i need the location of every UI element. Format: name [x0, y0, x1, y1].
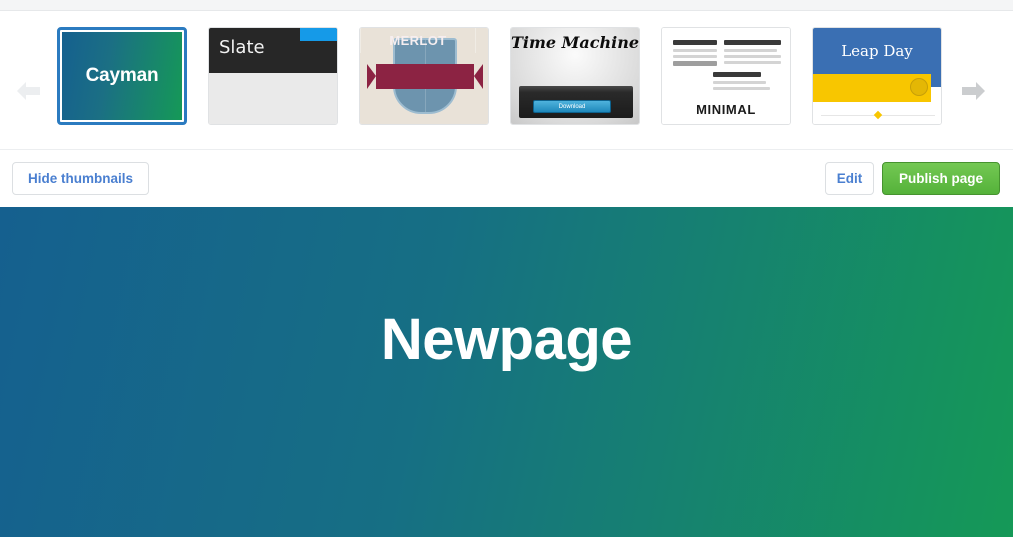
window-top-strip — [0, 0, 1013, 11]
time-machine-preview: Time Machine Download — [511, 28, 639, 124]
minimal-line — [724, 55, 781, 58]
page-preview-hero: Newpage View on GitHub Download .zip Dow… — [0, 207, 1013, 537]
minimal-line — [673, 55, 717, 58]
theme-label-merlot: MERLOT — [360, 28, 476, 53]
theme-thumbnail-time-machine[interactable]: Time Machine Download — [510, 27, 640, 125]
merlot-preview: MERLOT — [360, 28, 488, 124]
theme-action-bar: Hide thumbnails Edit Publish page — [0, 151, 1013, 206]
arrow-left-icon — [15, 80, 42, 102]
carousel-next-button[interactable] — [955, 74, 991, 108]
minimal-preview: MINIMAL — [662, 28, 790, 124]
slate-preview: Slate — [209, 28, 337, 124]
leap-day-preview: Leap Day — [813, 28, 941, 124]
theme-thumbnail-list: Cayman Slate MERLOT Time Machine Downloa… — [57, 27, 942, 125]
time-machine-download-button: Download — [533, 100, 611, 113]
leap-day-diamond-icon — [873, 110, 883, 120]
theme-thumbnail-minimal[interactable]: MINIMAL — [661, 27, 791, 125]
slate-accent-block — [300, 28, 337, 41]
minimal-line — [673, 40, 717, 45]
minimal-line — [724, 49, 777, 52]
theme-label-minimal: MINIMAL — [696, 102, 756, 117]
theme-carousel: Cayman Slate MERLOT Time Machine Downloa… — [0, 12, 1013, 150]
merlot-ribbon — [367, 64, 483, 89]
github-octocat-icon — [910, 78, 928, 96]
minimal-line — [724, 61, 781, 64]
minimal-line — [713, 81, 766, 84]
theme-thumbnail-cayman[interactable]: Cayman — [57, 27, 187, 125]
page-title: Newpage — [380, 307, 633, 372]
minimal-line — [713, 72, 761, 77]
minimal-line — [724, 40, 781, 45]
arrow-right-icon — [960, 80, 987, 102]
cayman-preview: Cayman — [62, 32, 182, 120]
theme-label-time-machine: Time Machine — [511, 33, 639, 52]
carousel-prev-button[interactable] — [10, 74, 46, 108]
theme-thumbnail-slate[interactable]: Slate — [208, 27, 338, 125]
edit-button[interactable]: Edit — [825, 162, 874, 195]
theme-label-slate: Slate — [219, 37, 265, 58]
minimal-line — [673, 49, 717, 52]
minimal-line — [673, 61, 717, 66]
publish-page-button[interactable]: Publish page — [882, 162, 1001, 195]
theme-thumbnail-merlot[interactable]: MERLOT — [359, 27, 489, 125]
theme-label-cayman: Cayman — [85, 65, 159, 86]
minimal-line — [713, 87, 770, 90]
theme-label-leap-day: Leap Day — [841, 42, 913, 60]
hide-thumbnails-button[interactable]: Hide thumbnails — [12, 162, 150, 195]
theme-thumbnail-leap-day[interactable]: Leap Day — [812, 27, 942, 125]
